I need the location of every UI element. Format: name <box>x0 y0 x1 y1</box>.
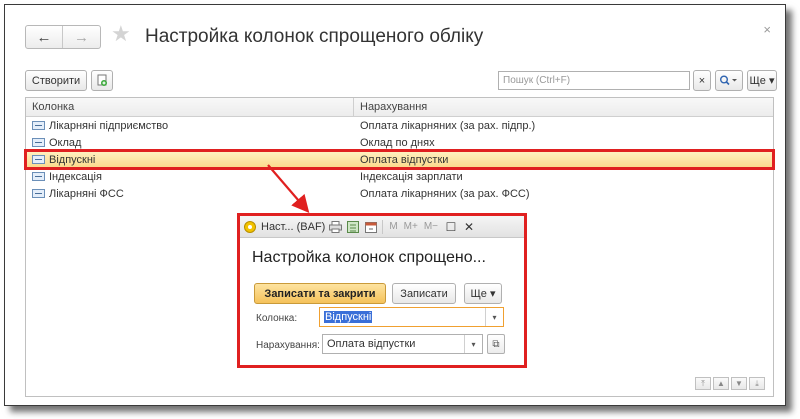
accrual-open-button[interactable]: ⧉ <box>487 334 505 354</box>
back-button[interactable]: ← <box>26 26 63 48</box>
row-accrual-cell: Оплата відпустки <box>360 153 449 166</box>
save-button[interactable]: Записати <box>392 283 456 304</box>
table-row[interactable]: Оклад Оклад по днях <box>26 134 773 151</box>
row-column-cell: Лікарняні ФСС <box>26 185 354 202</box>
scroll-last-button[interactable]: ⤓ <box>749 377 765 390</box>
popup-titlebar-text: Наст... (BAF) <box>261 220 326 233</box>
row-accrual-cell: Оплата лікарняних (за рах. підпр.) <box>360 119 536 132</box>
row-accrual-cell: Оплата лікарняних (за рах. ФСС) <box>360 187 530 200</box>
table-row[interactable]: Відпускні Оплата відпустки <box>24 149 775 170</box>
search-clear-button[interactable]: × <box>693 70 711 91</box>
table-row[interactable]: Лікарняні підприємство Оплата лікарняних … <box>26 117 773 134</box>
accrual-field-value: Оплата відпустки <box>327 338 416 350</box>
scroll-up-button[interactable]: ▲ <box>713 377 729 390</box>
table-header: Колонка Нарахування <box>26 98 773 117</box>
row-column-text: Відпускні <box>49 153 96 166</box>
restore-icon[interactable]: ☐ <box>443 219 459 235</box>
close-icon[interactable]: × <box>763 23 771 36</box>
navigation-buttons: ← → <box>25 25 101 49</box>
row-column-cell: Лікарняні підприємство <box>26 117 354 134</box>
column-item-icon <box>32 172 45 181</box>
accrual-field-label: Нарахування: <box>256 340 320 351</box>
popup-title: Настройка колонок спрощено... <box>252 249 486 266</box>
save-and-close-button[interactable]: Записати та закрити <box>254 283 386 304</box>
accrual-dropdown-button[interactable]: ▾ <box>464 335 482 353</box>
copy-icon <box>97 74 107 86</box>
scroll-buttons: ⤒ ▲ ▼ ⤓ <box>695 377 765 390</box>
scroll-first-button[interactable]: ⤒ <box>695 377 711 390</box>
forward-button[interactable]: → <box>63 26 100 48</box>
header-accrual[interactable]: Нарахування <box>354 98 773 116</box>
row-column-text: Лікарняні ФСС <box>49 187 124 200</box>
create-button[interactable]: Створити <box>25 70 87 91</box>
search-input[interactable]: Пошук (Ctrl+F) <box>498 71 690 90</box>
memory-plus-button[interactable]: M+ <box>404 221 418 232</box>
row-accrual-cell: Індексація зарплати <box>360 170 463 183</box>
toolbar-separator <box>382 219 384 234</box>
memory-minus-button[interactable]: M− <box>424 221 438 232</box>
popup-close-icon[interactable]: ✕ <box>461 219 477 235</box>
search-placeholder: Пошук (Ctrl+F) <box>503 75 571 86</box>
row-column-cell: Індексація <box>26 168 354 185</box>
column-item-icon <box>32 155 45 164</box>
column-dropdown-button[interactable]: ▾ <box>485 308 503 326</box>
row-column-text: Індексація <box>49 170 102 183</box>
row-column-text: Лікарняні підприємство <box>49 119 169 132</box>
calendar-icon[interactable] <box>363 219 379 235</box>
popup-titlebar: Наст... (BAF) M M+ M− ☐ ✕ <box>240 216 524 238</box>
print-icon[interactable] <box>327 219 343 235</box>
accrual-field[interactable]: Оплата відпустки ▾ <box>322 334 483 354</box>
search-icon <box>720 75 737 86</box>
row-column-cell: Відпускні <box>26 151 354 168</box>
header-column[interactable]: Колонка <box>26 98 354 116</box>
column-field[interactable]: Відпускні ▾ <box>319 307 504 327</box>
popup-window: Наст... (BAF) M M+ M− ☐ ✕ Настройка коло… <box>237 213 527 368</box>
popup-more-button[interactable]: Ще ▾ <box>464 283 502 304</box>
column-field-label: Колонка: <box>256 313 298 324</box>
calculator-icon[interactable] <box>345 219 361 235</box>
search-button[interactable] <box>715 70 743 91</box>
memory-button[interactable]: M <box>389 221 397 232</box>
favorite-star-icon[interactable]: ★ <box>111 23 131 45</box>
row-column-text: Оклад <box>49 136 82 149</box>
column-field-value: Відпускні <box>324 311 373 323</box>
page-title: Настройка колонок спрощеного обліку <box>145 26 484 47</box>
copy-button[interactable] <box>91 70 113 91</box>
table-row[interactable]: Лікарняні ФСС Оплата лікарняних (за рах. … <box>26 185 773 202</box>
more-button[interactable]: Ще ▾ <box>747 70 777 91</box>
scroll-down-button[interactable]: ▼ <box>731 377 747 390</box>
table-body: Лікарняні підприємство Оплата лікарняних … <box>24 117 775 202</box>
table-row[interactable]: Індексація Індексація зарплати <box>26 168 773 185</box>
column-item-icon <box>32 138 45 147</box>
column-item-icon <box>32 189 45 198</box>
row-column-cell: Оклад <box>26 134 354 151</box>
app-icon <box>244 220 256 233</box>
column-item-icon <box>32 121 45 130</box>
row-accrual-cell: Оклад по днях <box>360 136 435 149</box>
